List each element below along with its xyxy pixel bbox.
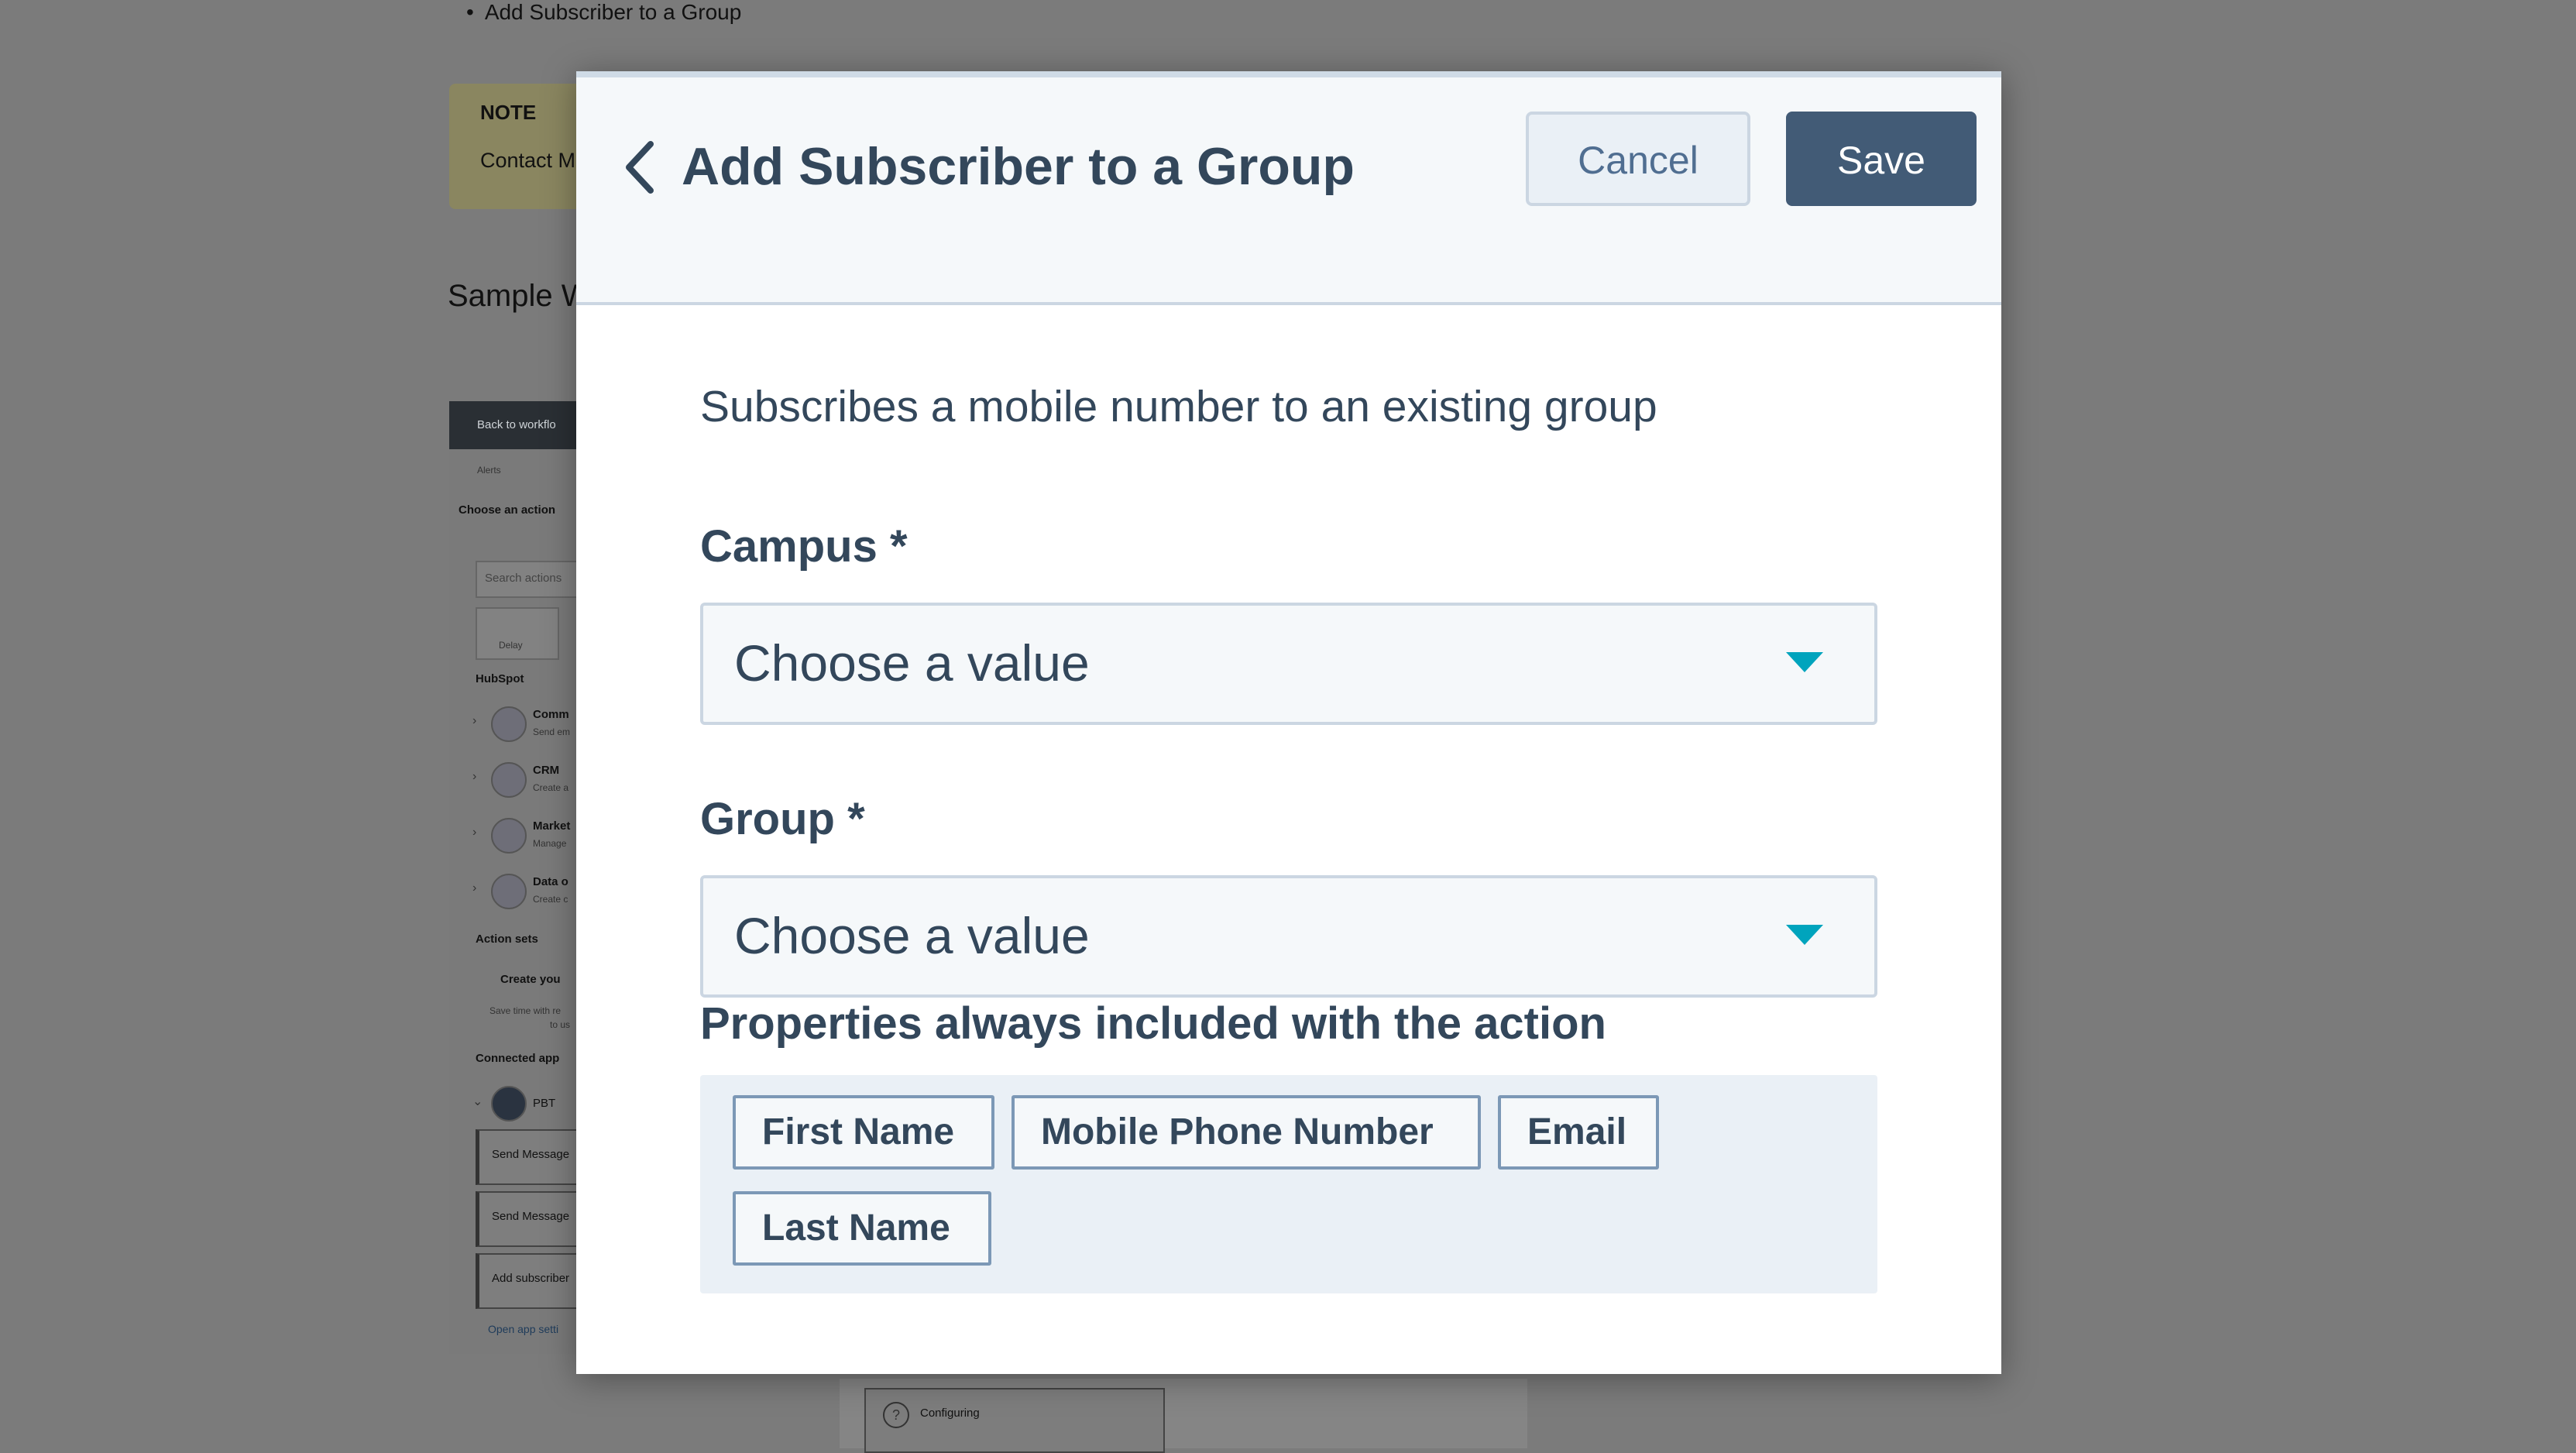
bg-category-icon [491, 874, 527, 909]
add-subscriber-modal: Add Subscriber to a Group Cancel Save Su… [576, 71, 2001, 1374]
action-description: Subscribes a mobile number to an existin… [700, 382, 1657, 431]
help-circle-icon: ? [883, 1402, 909, 1428]
modal-title: Add Subscriber to a Group [682, 137, 1355, 196]
cancel-button[interactable]: Cancel [1526, 112, 1750, 206]
modal-header: Add Subscriber to a Group Cancel Save [576, 77, 2001, 305]
bg-category-title: CRM [533, 764, 560, 777]
bg-choose-action: Choose an action [459, 503, 556, 517]
chevron-down-icon: ⌄ [472, 1095, 483, 1108]
bg-category-title: Market [533, 819, 571, 833]
bg-app-action-label: Send Message [492, 1210, 570, 1223]
property-tag: First Name [733, 1095, 994, 1170]
bg-app-action-label: Add subscriber [492, 1272, 570, 1285]
bg-search-placeholder: Search actions [485, 572, 562, 585]
bg-category-icon [491, 706, 527, 742]
campus-select-value: Choose a value [734, 634, 1090, 692]
bg-app-icon [491, 1086, 527, 1122]
group-select[interactable]: Choose a value [700, 875, 1877, 998]
bg-delay-label: Delay [499, 640, 523, 651]
chevron-right-icon: › [472, 714, 477, 727]
bg-category-sub: Create c [533, 894, 568, 905]
chevron-right-icon: › [472, 770, 477, 783]
group-label: Group * [700, 794, 865, 844]
modal-accent-bar [576, 71, 2001, 77]
bg-category-sub: Create a [533, 782, 569, 793]
properties-list: First Name Mobile Phone Number Email Las… [700, 1075, 1877, 1293]
bg-note-text: Contact M [480, 149, 576, 172]
caret-down-icon [1786, 652, 1823, 672]
bg-hubspot-label: HubSpot [476, 672, 524, 685]
bg-open-app-settings: Open app setti [488, 1323, 559, 1335]
bg-category-icon [491, 762, 527, 798]
property-tag: Last Name [733, 1191, 991, 1266]
bg-bullet-item: Add Subscriber to a Group [466, 0, 742, 25]
bg-note-title: NOTE [480, 101, 537, 124]
bg-configuring-card: ? Configuring [864, 1388, 1165, 1453]
chevron-right-icon: › [472, 881, 477, 895]
bg-category-title: Data o [533, 875, 568, 888]
chevron-right-icon: › [472, 826, 477, 839]
property-tag: Mobile Phone Number [1012, 1095, 1481, 1170]
bg-category-sub: Send em [533, 726, 571, 737]
bg-action-sets-label: Action sets [476, 933, 538, 946]
bg-create-your: Create you [500, 973, 561, 986]
bg-connected-apps: Connected app [476, 1052, 560, 1065]
bg-app-action-label: Send Message [492, 1148, 570, 1161]
group-select-value: Choose a value [734, 907, 1090, 964]
campus-select[interactable]: Choose a value [700, 603, 1877, 725]
property-tag: Email [1498, 1095, 1659, 1170]
properties-heading: Properties always included with the acti… [700, 998, 1606, 1049]
bg-delay-tile: Delay [476, 607, 559, 660]
bg-category-title: Comm [533, 708, 569, 721]
bg-save-time: Save time with re [489, 1005, 562, 1016]
campus-label: Campus * [700, 521, 908, 572]
bg-category-icon [491, 818, 527, 854]
bg-alerts-tab: Alerts [477, 465, 501, 476]
bg-workflow-canvas: ? Configuring [840, 1379, 1527, 1453]
chevron-left-icon[interactable] [618, 136, 665, 198]
caret-down-icon [1786, 925, 1823, 945]
bg-save-time-2: to us [550, 1019, 571, 1030]
save-button[interactable]: Save [1786, 112, 1977, 206]
bg-configuring-label: Configuring [920, 1407, 980, 1420]
bg-back-link: Back to workflo [477, 418, 556, 431]
bg-section-heading: Sample W [448, 279, 591, 313]
bg-category-sub: Manage [533, 838, 567, 849]
bg-app-name: PBT [533, 1097, 556, 1110]
